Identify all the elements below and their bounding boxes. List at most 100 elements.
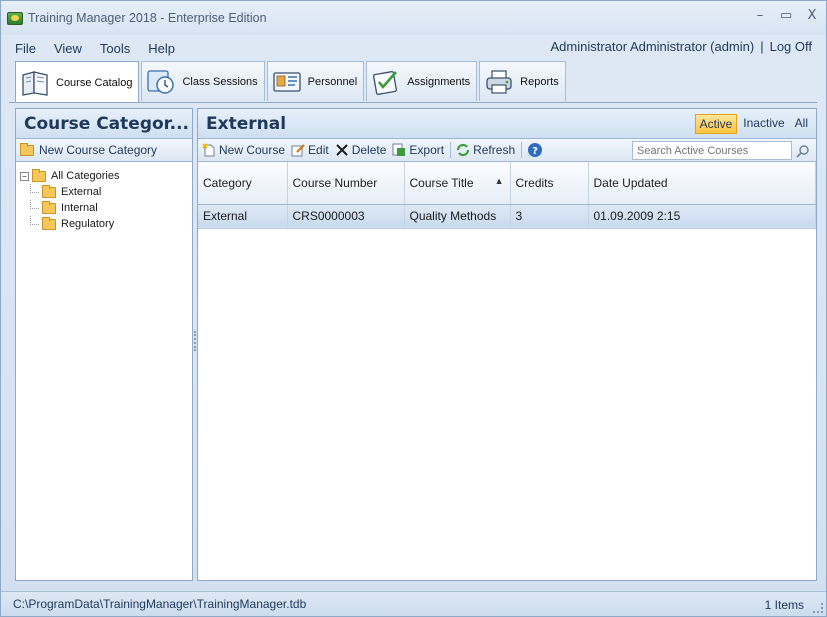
help-icon: ? bbox=[528, 143, 543, 157]
sort-ascending-icon: ▲ bbox=[494, 175, 504, 186]
cell-date-updated: 01.09.2009 2:15 bbox=[588, 204, 816, 229]
new-document-icon bbox=[202, 143, 215, 157]
logoff-link[interactable]: Log Off bbox=[770, 39, 812, 54]
tab-label: Reports bbox=[520, 75, 559, 88]
tab-label: Course Catalog bbox=[56, 76, 133, 89]
user-separator: | bbox=[760, 39, 764, 54]
edit-label: Edit bbox=[308, 143, 329, 157]
delete-label: Delete bbox=[351, 143, 387, 157]
tab-course-catalog[interactable]: Course Catalog bbox=[15, 61, 140, 103]
checklist-icon bbox=[371, 67, 401, 97]
cell-course-number: CRS0000003 bbox=[287, 204, 405, 229]
grid-header-row: Category Course Number Course Title ▲ Cre… bbox=[198, 162, 816, 205]
edit-icon bbox=[291, 144, 305, 157]
column-header-credits[interactable]: Credits bbox=[510, 162, 589, 205]
course-toolbar: New Course Edit Delete Export Refresh ? bbox=[198, 139, 816, 162]
clock-icon bbox=[146, 67, 176, 97]
module-tabs: Course Catalog Class Sessions Personnel … bbox=[15, 61, 568, 103]
export-icon bbox=[392, 143, 406, 156]
app-logo-icon bbox=[7, 11, 23, 25]
svg-text:?: ? bbox=[532, 146, 538, 157]
tree-node-internal[interactable]: Internal bbox=[20, 200, 192, 216]
app-window: Training Manager 2018 - Enterprise Editi… bbox=[0, 0, 827, 617]
course-panel-header: External Active Inactive All bbox=[198, 109, 816, 139]
maximize-button[interactable]: ▭ bbox=[780, 8, 792, 24]
column-label: Category bbox=[203, 175, 252, 190]
window-title: Training Manager 2018 - Enterprise Editi… bbox=[28, 11, 267, 25]
column-label: Date Updated bbox=[593, 175, 668, 190]
edit-button[interactable]: Edit bbox=[291, 143, 329, 157]
column-header-category[interactable]: Category bbox=[198, 162, 288, 205]
refresh-icon bbox=[456, 143, 470, 157]
export-label: Export bbox=[409, 143, 445, 157]
refresh-button[interactable]: Refresh bbox=[456, 143, 515, 157]
book-icon bbox=[20, 68, 50, 98]
column-label: Course Title bbox=[409, 175, 474, 190]
current-user: Administrator Administrator (admin) bbox=[550, 39, 755, 54]
folder-icon bbox=[42, 216, 56, 230]
cell-credits: 3 bbox=[510, 204, 589, 229]
status-bar: C:\ProgramData\TrainingManager\TrainingM… bbox=[1, 591, 826, 616]
database-path: C:\ProgramData\TrainingManager\TrainingM… bbox=[13, 597, 307, 611]
tree-node-label: Regulatory bbox=[61, 218, 115, 230]
item-count: 1 Items bbox=[764, 598, 804, 612]
filter-active[interactable]: Active bbox=[694, 114, 738, 134]
tab-label: Assignments bbox=[407, 75, 471, 88]
table-row[interactable]: External CRS0000003 Quality Methods 3 01… bbox=[198, 204, 816, 229]
tree-node-regulatory[interactable]: Regulatory bbox=[20, 216, 192, 232]
close-button[interactable]: X bbox=[806, 8, 818, 24]
menu-view[interactable]: View bbox=[54, 41, 82, 56]
tree-node-all-categories[interactable]: − All Categories bbox=[20, 168, 192, 184]
course-grid: Category Course Number Course Title ▲ Cre… bbox=[198, 162, 816, 229]
menu-tools[interactable]: Tools bbox=[100, 41, 130, 56]
folder-add-icon bbox=[20, 142, 34, 156]
splitter-handle[interactable] bbox=[194, 331, 196, 351]
delete-button[interactable]: Delete bbox=[335, 143, 387, 157]
refresh-label: Refresh bbox=[473, 143, 516, 157]
course-panel-title: External bbox=[206, 113, 287, 134]
printer-icon bbox=[484, 67, 514, 97]
tab-label: Class Sessions bbox=[182, 75, 258, 88]
resize-grip[interactable] bbox=[813, 603, 823, 613]
new-category-button[interactable]: New Course Category bbox=[16, 139, 192, 162]
column-header-date-updated[interactable]: Date Updated bbox=[588, 162, 816, 205]
tabs-divider bbox=[9, 102, 817, 103]
category-panel-title: Course Categor... bbox=[16, 109, 192, 139]
folder-open-icon bbox=[42, 184, 56, 198]
title-bar[interactable]: Training Manager 2018 - Enterprise Editi… bbox=[1, 1, 826, 35]
export-button[interactable]: Export bbox=[392, 143, 444, 157]
new-course-button[interactable]: New Course bbox=[202, 143, 285, 157]
menu-help[interactable]: Help bbox=[148, 41, 175, 56]
user-area: Administrator Administrator (admin) | Lo… bbox=[550, 39, 812, 54]
course-panel: External Active Inactive All New Course … bbox=[197, 108, 817, 581]
folder-icon bbox=[42, 200, 56, 214]
tab-class-sessions[interactable]: Class Sessions bbox=[141, 61, 265, 101]
menu-bar: File View Tools Help Administrator Admin… bbox=[1, 38, 826, 58]
tree-node-external[interactable]: External bbox=[20, 184, 192, 200]
filter-inactive[interactable]: Inactive bbox=[739, 114, 788, 134]
column-label: Credits bbox=[515, 175, 554, 190]
tab-label: Personnel bbox=[307, 75, 358, 88]
column-header-course-number[interactable]: Course Number bbox=[287, 162, 405, 205]
search-icon[interactable] bbox=[794, 141, 812, 160]
category-panel: Course Categor... New Course Category − … bbox=[15, 108, 193, 581]
new-category-label: New Course Category bbox=[39, 143, 158, 157]
tree-node-label: All Categories bbox=[51, 170, 120, 182]
tab-personnel[interactable]: Personnel bbox=[266, 61, 365, 101]
toolbar-separator bbox=[521, 142, 523, 158]
menu-file[interactable]: File bbox=[15, 41, 36, 56]
window-controls: – ▭ X bbox=[754, 8, 818, 24]
cell-category: External bbox=[198, 204, 288, 229]
collapse-icon[interactable]: − bbox=[20, 171, 29, 181]
tab-assignments[interactable]: Assignments bbox=[366, 61, 478, 101]
delete-icon bbox=[336, 144, 348, 156]
column-header-course-title[interactable]: Course Title ▲ bbox=[404, 162, 511, 205]
folder-icon bbox=[32, 168, 46, 182]
status-filter: Active Inactive All bbox=[694, 114, 812, 134]
help-button[interactable]: ? bbox=[527, 142, 546, 158]
minimize-button[interactable]: – bbox=[754, 8, 766, 24]
tab-reports[interactable]: Reports bbox=[479, 61, 566, 101]
filter-all[interactable]: All bbox=[791, 114, 812, 134]
tree-node-label: External bbox=[61, 186, 102, 198]
search-input[interactable] bbox=[632, 141, 792, 160]
